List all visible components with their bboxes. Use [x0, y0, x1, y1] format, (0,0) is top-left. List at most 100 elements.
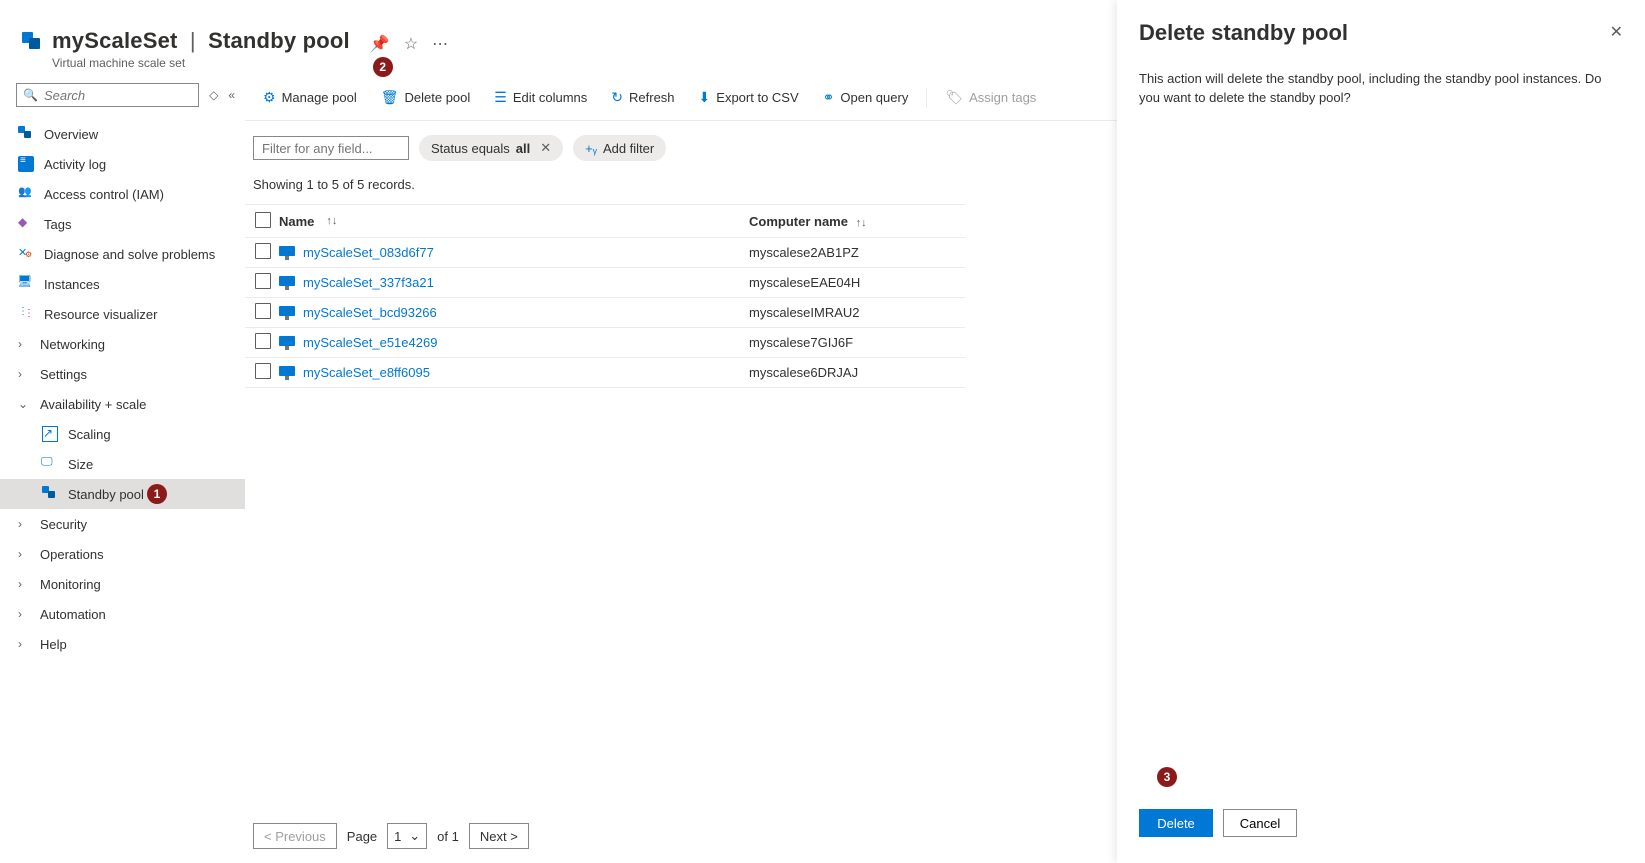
- sidebar-item-scaling[interactable]: Scaling: [0, 419, 245, 449]
- pin-icon[interactable]: 📌: [370, 34, 390, 54]
- sidebar-item-diagnose[interactable]: Diagnose and solve problems: [0, 239, 245, 269]
- close-icon[interactable]: ✕: [1606, 20, 1627, 44]
- sidebar-item-access-control[interactable]: Access control (IAM): [0, 179, 245, 209]
- sidebar-item-help[interactable]: › Help: [0, 629, 245, 659]
- sidebar-expand-icon[interactable]: ◇: [209, 88, 218, 102]
- pager-page-label: Page: [347, 829, 377, 844]
- select-all-checkbox[interactable]: [255, 212, 271, 228]
- toolbar-label: Export to CSV: [716, 90, 798, 105]
- filter-pill-status[interactable]: Status equals all ✕: [419, 135, 563, 161]
- instances-table: Name ↑↓ Computer name ↑↓ myScaleSet_083d…: [245, 204, 965, 388]
- column-computer-name[interactable]: Computer name ↑↓: [749, 214, 965, 229]
- instance-link[interactable]: myScaleSet_bcd93266: [303, 305, 437, 320]
- sidebar-item-overview[interactable]: Overview: [0, 119, 245, 149]
- sidebar-item-automation[interactable]: › Automation: [0, 599, 245, 629]
- sidebar-item-instances[interactable]: Instances: [0, 269, 245, 299]
- column-name[interactable]: Name ↑↓: [279, 214, 749, 229]
- page-section: Standby pool: [208, 28, 350, 53]
- sidebar-item-activity-log[interactable]: Activity log: [0, 149, 245, 179]
- pager-next[interactable]: Next >: [469, 823, 529, 849]
- columns-icon: ☰: [494, 89, 507, 106]
- sidebar-item-networking[interactable]: › Networking: [0, 329, 245, 359]
- toolbar-edit-columns[interactable]: ☰ Edit columns: [484, 85, 597, 110]
- pill-label: Add filter: [603, 141, 654, 156]
- star-icon[interactable]: ☆: [404, 34, 418, 54]
- sidebar-item-size[interactable]: Size: [0, 449, 245, 479]
- delete-panel: Delete standby pool ✕ This action will d…: [1117, 0, 1645, 863]
- sidebar-item-security[interactable]: › Security: [0, 509, 245, 539]
- row-checkbox[interactable]: [255, 333, 271, 349]
- pill-value: all: [516, 141, 530, 156]
- row-checkbox[interactable]: [255, 273, 271, 289]
- toolbar-label: Edit columns: [513, 90, 587, 105]
- add-filter-button[interactable]: +ᵧ Add filter: [573, 135, 666, 161]
- toolbar-export-csv[interactable]: ⬇ Export to CSV: [689, 85, 809, 110]
- sidebar-label: Access control (IAM): [44, 187, 237, 202]
- sidebar-item-standby-pool[interactable]: Standby pool 1: [0, 479, 245, 509]
- table-row: myScaleSet_e51e4269 myscalese7GIJ6F: [245, 328, 965, 358]
- panel-delete-button[interactable]: Delete: [1139, 809, 1213, 837]
- toolbar-manage-pool[interactable]: ⚙ Manage pool: [253, 85, 367, 110]
- resource-name: myScaleSet: [52, 28, 178, 53]
- sidebar-label: Instances: [44, 277, 237, 292]
- toolbar-delete-pool[interactable]: 🗑 Delete pool 2: [371, 85, 481, 110]
- sidebar-search-input[interactable]: [44, 88, 198, 103]
- page-title: myScaleSet | Standby pool: [52, 28, 350, 54]
- toolbar-label: Open query: [840, 90, 908, 105]
- instance-link[interactable]: myScaleSet_e51e4269: [303, 335, 437, 350]
- computer-name-cell: myscaleseEAE04H: [749, 275, 965, 290]
- pager-page-select[interactable]: 1 ⌄: [387, 823, 427, 849]
- vm-icon: [279, 246, 295, 260]
- sidebar-item-operations[interactable]: › Operations: [0, 539, 245, 569]
- sidebar-label: Security: [40, 517, 237, 532]
- callout-badge-2: 2: [373, 57, 393, 77]
- instance-link[interactable]: myScaleSet_e8ff6095: [303, 365, 430, 380]
- sidebar-search[interactable]: 🔍: [16, 83, 199, 107]
- panel-title: Delete standby pool: [1139, 20, 1348, 46]
- filter-input[interactable]: [253, 136, 409, 160]
- instance-link[interactable]: myScaleSet_083d6f77: [303, 245, 434, 260]
- computer-name-cell: myscalese7GIJ6F: [749, 335, 965, 350]
- pager-previous[interactable]: < Previous: [253, 823, 337, 849]
- refresh-icon: ↻: [611, 89, 623, 106]
- vm-icon: [279, 306, 295, 320]
- sidebar-label: Monitoring: [40, 577, 237, 592]
- more-icon[interactable]: ⋯: [432, 34, 448, 54]
- chevron-right-icon: ›: [18, 637, 30, 651]
- sidebar-label: Automation: [40, 607, 237, 622]
- pager-of-label: of 1: [437, 829, 459, 844]
- toolbar-separator: [926, 88, 927, 108]
- pager-page-value: 1: [394, 829, 401, 844]
- sidebar-item-resource-visualizer[interactable]: Resource visualizer: [0, 299, 245, 329]
- panel-body-text: This action will delete the standby pool…: [1139, 70, 1623, 108]
- sidebar-item-availability-scale[interactable]: ⌄ Availability + scale: [0, 389, 245, 419]
- row-checkbox[interactable]: [255, 303, 271, 319]
- sidebar-collapse-icon[interactable]: «: [228, 88, 235, 102]
- row-checkbox[interactable]: [255, 243, 271, 259]
- vm-icon: [279, 336, 295, 350]
- callout-badge-3: 3: [1157, 767, 1177, 787]
- panel-cancel-button[interactable]: Cancel: [1223, 809, 1297, 837]
- sidebar-item-tags[interactable]: Tags: [0, 209, 245, 239]
- page-subtitle: Virtual machine scale set: [52, 56, 350, 70]
- column-label: Name: [279, 214, 314, 229]
- sidebar-label: Resource visualizer: [44, 307, 237, 322]
- table-row: myScaleSet_083d6f77 myscalese2AB1PZ: [245, 238, 965, 268]
- computer-name-cell: myscalese2AB1PZ: [749, 245, 965, 260]
- chevron-down-icon: ⌄: [409, 828, 420, 844]
- toolbar-refresh[interactable]: ↻ Refresh: [601, 85, 684, 110]
- computer-name-cell: myscaleseIMRAU2: [749, 305, 965, 320]
- toolbar-label: Assign tags: [969, 90, 1036, 105]
- pill-prefix: Status equals: [431, 141, 510, 156]
- sidebar-item-monitoring[interactable]: › Monitoring: [0, 569, 245, 599]
- vm-icon: [279, 276, 295, 290]
- toolbar-open-query[interactable]: ⚭ Open query: [813, 85, 919, 110]
- close-icon[interactable]: ✕: [540, 140, 551, 156]
- row-checkbox[interactable]: [255, 363, 271, 379]
- column-label: Computer name: [749, 214, 848, 229]
- chevron-right-icon: ›: [18, 337, 30, 351]
- sidebar-label: Scaling: [68, 427, 237, 442]
- tag-icon: 🏷: [945, 89, 963, 106]
- sidebar-item-settings[interactable]: › Settings: [0, 359, 245, 389]
- instance-link[interactable]: myScaleSet_337f3a21: [303, 275, 434, 290]
